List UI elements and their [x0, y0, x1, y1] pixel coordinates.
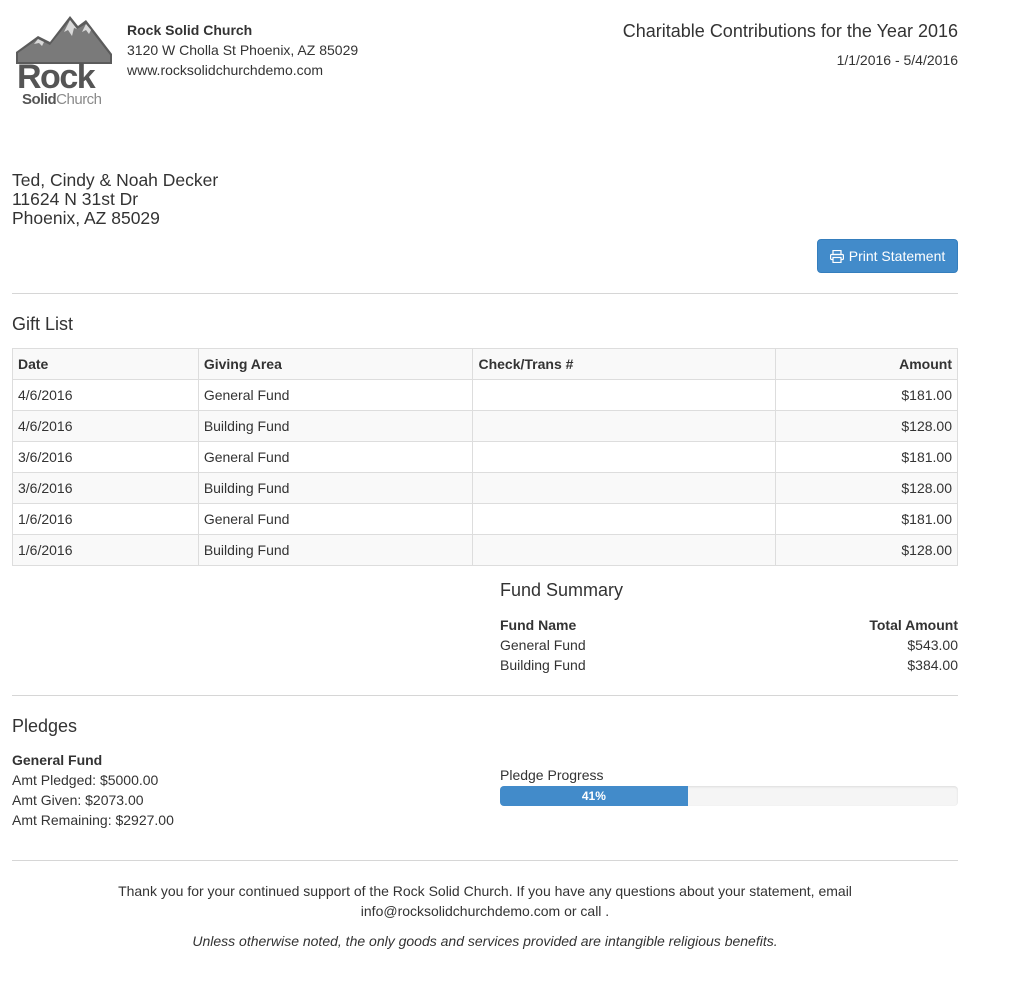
table-row: 4/6/2016 Building Fund $128.00 [12, 410, 958, 442]
disclaimer-text: Unless otherwise noted, the only goods a… [192, 933, 778, 949]
recipient-city: Phoenix, AZ 85029 [12, 208, 160, 228]
column-header-giving-area: Giving Area [197, 348, 474, 380]
fund-summary-row: General Fund $543.00 [500, 635, 958, 655]
statement-title: Charitable Contributions for the Year 20… [622, 21, 958, 41]
organization-name: Rock Solid Church [127, 22, 253, 38]
church-logo: Rock SolidChurch [16, 12, 112, 108]
fund-name: General Fund [500, 637, 586, 653]
fund-name: Building Fund [500, 657, 586, 673]
print-statement-label: Print Statement [848, 248, 946, 264]
progress-bar: 41% [500, 786, 688, 806]
thank-you-line-1: Thank you for your continued support of … [118, 883, 852, 899]
divider [12, 695, 958, 696]
gift-amount: $128.00 [775, 472, 958, 504]
table-row: 3/6/2016 General Fund $181.00 [12, 441, 958, 473]
gift-check [472, 534, 777, 566]
logo-solid-church-text: SolidChurch [22, 92, 102, 107]
gift-area: General Fund [197, 503, 474, 535]
statement-footer: Thank you for your continued support of … [12, 881, 958, 951]
fund-summary-title: Fund Summary [500, 580, 624, 600]
gift-area: Building Fund [197, 410, 474, 442]
gift-check [472, 410, 777, 442]
gift-area: General Fund [197, 379, 474, 411]
fund-summary-table: Fund Name Total Amount General Fund $543… [500, 615, 958, 675]
amount-given: Amt Given: $2073.00 [12, 792, 144, 808]
gift-date: 4/6/2016 [12, 410, 199, 442]
gift-list-table: Date Giving Area Check/Trans # Amount 4/… [12, 348, 958, 566]
pledge-progress: Pledge Progress 41% [500, 766, 958, 806]
table-header-row: Date Giving Area Check/Trans # Amount [12, 348, 958, 380]
gift-check [472, 472, 777, 504]
fund-total: $543.00 [907, 637, 958, 653]
fund-summary-row: Building Fund $384.00 [500, 655, 958, 675]
gift-date: 3/6/2016 [12, 441, 199, 473]
fund-summary-header-row: Fund Name Total Amount [500, 615, 958, 635]
pledge-details: General Fund Amt Pledged: $5000.00 Amt G… [12, 750, 174, 830]
gift-amount: $128.00 [775, 410, 958, 442]
table-row: 4/6/2016 General Fund $181.00 [12, 379, 958, 411]
gift-check [472, 379, 777, 411]
organization-info: Rock Solid Church 3120 W Cholla St Phoen… [127, 20, 358, 80]
recipient-name: Ted, Cindy & Noah Decker [12, 170, 219, 190]
divider [12, 293, 958, 294]
gift-area: General Fund [197, 441, 474, 473]
gift-amount: $181.00 [775, 379, 958, 411]
gift-check [472, 503, 777, 535]
print-icon [829, 249, 844, 263]
gift-date: 3/6/2016 [12, 472, 199, 504]
amount-pledged: Amt Pledged: $5000.00 [12, 772, 159, 788]
statement-date-range: 1/1/2016 - 5/4/2016 [836, 52, 958, 68]
table-row: 1/6/2016 General Fund $181.00 [12, 503, 958, 535]
total-amount-header: Total Amount [869, 617, 958, 633]
gift-area: Building Fund [197, 472, 474, 504]
table-row: 3/6/2016 Building Fund $128.00 [12, 472, 958, 504]
gift-check [472, 441, 777, 473]
logo-solid-text: Solid [22, 91, 57, 108]
print-statement-button[interactable]: Print Statement [817, 239, 958, 273]
column-header-date: Date [12, 348, 199, 380]
logo-church-text: Church [56, 91, 102, 108]
mountain-icon [16, 16, 112, 64]
fund-total: $384.00 [907, 657, 958, 673]
recipient-address: Ted, Cindy & Noah Decker 11624 N 31st Dr… [12, 171, 218, 228]
thank-you-line-2: info@rocksolidchurchdemo.com or call . [360, 903, 610, 919]
logo-rock-text: Rock [17, 58, 96, 96]
gift-date: 4/6/2016 [12, 379, 199, 411]
column-header-amount: Amount [775, 348, 958, 380]
table-row: 1/6/2016 Building Fund $128.00 [12, 534, 958, 566]
gift-amount: $181.00 [775, 503, 958, 535]
organization-website: www.rocksolidchurchdemo.com [127, 62, 324, 78]
gift-amount: $128.00 [775, 534, 958, 566]
pledge-fund-name: General Fund [12, 752, 103, 768]
recipient-street: 11624 N 31st Dr [12, 189, 139, 209]
gift-list-title: Gift List [12, 314, 74, 334]
organization-address: 3120 W Cholla St Phoenix, AZ 85029 [127, 42, 359, 58]
fund-name-header: Fund Name [500, 617, 577, 633]
divider [12, 860, 958, 861]
gift-date: 1/6/2016 [12, 534, 199, 566]
statement-header: Charitable Contributions for the Year 20… [623, 19, 958, 70]
progress-track: 41% [500, 786, 958, 806]
pledge-progress-label: Pledge Progress [500, 767, 604, 783]
amount-remaining: Amt Remaining: $2927.00 [12, 812, 174, 828]
gift-area: Building Fund [197, 534, 474, 566]
gift-date: 1/6/2016 [12, 503, 199, 535]
column-header-check: Check/Trans # [472, 348, 777, 380]
pledges-title: Pledges [12, 716, 78, 736]
gift-amount: $181.00 [775, 441, 958, 473]
fund-summary: Fund Summary Fund Name Total Amount Gene… [500, 579, 958, 675]
